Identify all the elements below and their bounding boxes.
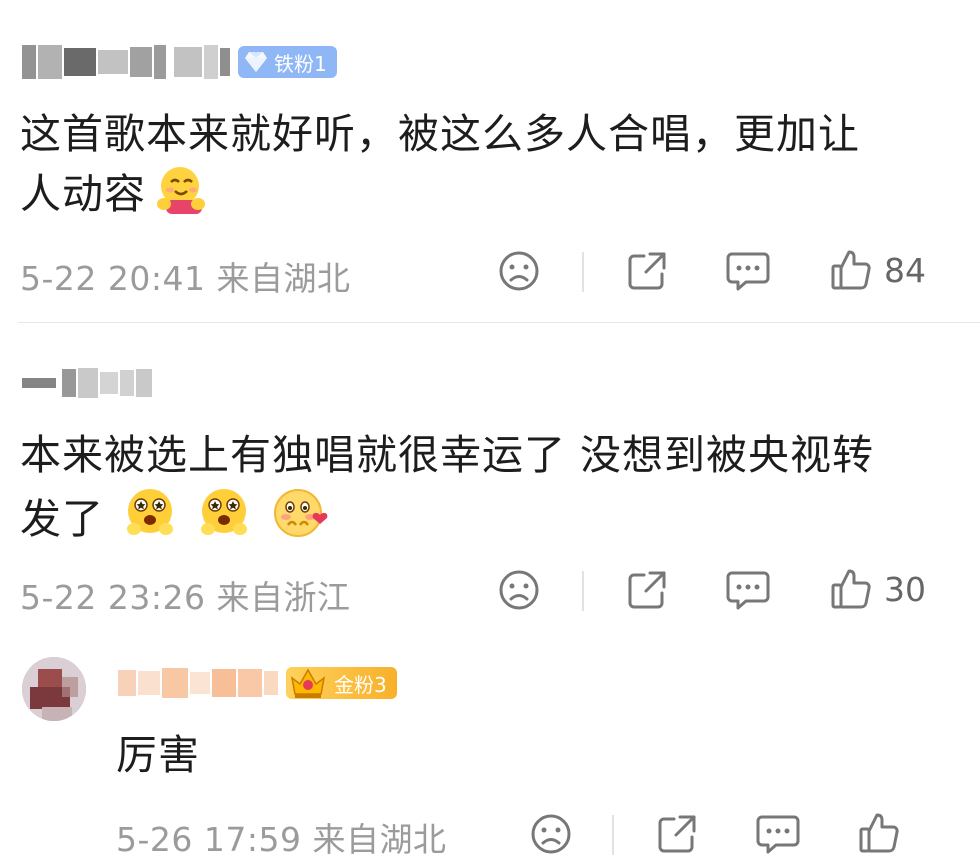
- sad-face-icon: [531, 814, 571, 854]
- share-icon: [658, 815, 696, 853]
- comment-location: 来自浙江: [216, 578, 351, 617]
- hug-emoji: [150, 164, 206, 232]
- comment-location: 来自湖北: [312, 820, 447, 859]
- share-icon: [628, 252, 666, 290]
- comment-text-line: 这首歌本来就好听，被这么多人合唱，更加让: [20, 110, 860, 158]
- comment-time: 23:26: [107, 578, 206, 617]
- comment-time: 17:59: [203, 820, 302, 859]
- comment-meta: 5-22 20:41 来自湖北: [20, 252, 351, 300]
- avatar[interactable]: [22, 657, 86, 721]
- shy-love-emoji: [270, 485, 330, 557]
- comment-text: 这首歌本来就好听，被这么多人合唱，更加让 人动容: [20, 104, 860, 232]
- reply-button[interactable]: [726, 250, 770, 292]
- comment-text: 本来被选上有独唱就很幸运了 没想到被央视转 发了: [20, 425, 874, 557]
- comment-text-line-2: 人动容: [20, 164, 860, 232]
- dislike-button[interactable]: [498, 569, 540, 611]
- username-blurred[interactable]: [118, 663, 280, 703]
- comment-icon: [726, 252, 770, 291]
- share-button[interactable]: [626, 569, 668, 611]
- action-divider: [582, 571, 584, 611]
- username-row[interactable]: 金粉3: [118, 661, 397, 705]
- like-count: 30: [884, 569, 926, 609]
- crown-icon: [288, 666, 328, 700]
- fan-badge[interactable]: 金粉3: [286, 667, 397, 699]
- diamond-icon: [244, 51, 268, 73]
- like-button[interactable]: 30: [830, 567, 926, 611]
- like-button[interactable]: 84: [830, 248, 926, 292]
- excited-emoji: [196, 485, 252, 557]
- action-divider: [612, 815, 614, 855]
- username-row[interactable]: 铁粉1: [22, 40, 337, 84]
- dislike-button[interactable]: [530, 813, 572, 855]
- comment-text-line: 厉害: [116, 731, 200, 779]
- comment-icon: [726, 571, 770, 610]
- sad-face-icon: [499, 251, 539, 291]
- username-row[interactable]: [22, 361, 154, 405]
- thumbs-up-icon: [859, 813, 899, 853]
- thumbs-up-icon: [831, 569, 871, 609]
- like-button[interactable]: [858, 811, 900, 855]
- comment-text: 厉害: [116, 725, 200, 785]
- share-button[interactable]: [656, 813, 698, 855]
- badge-label: 铁粉1: [274, 51, 327, 76]
- comment-time: 20:41: [107, 259, 206, 298]
- badge-label: 金粉3: [334, 672, 387, 697]
- sad-face-icon: [499, 570, 539, 610]
- thumbs-up-icon: [831, 250, 871, 290]
- comment-location: 来自湖北: [216, 259, 351, 298]
- username-blurred[interactable]: [22, 363, 154, 403]
- comment-text-line-2: 发了: [20, 485, 874, 557]
- comment-meta: 5-26 17:59 来自湖北: [116, 813, 447, 861]
- username-blurred[interactable]: [22, 42, 232, 82]
- share-icon: [628, 571, 666, 609]
- fan-badge[interactable]: 铁粉1: [238, 46, 337, 78]
- dislike-button[interactable]: [498, 250, 540, 292]
- reply-button[interactable]: [756, 813, 800, 855]
- like-count: 84: [884, 250, 926, 290]
- comment-date: 5-22: [20, 259, 97, 298]
- comment-icon: [756, 815, 800, 854]
- reply-button[interactable]: [726, 569, 770, 611]
- excited-emoji: [122, 485, 178, 557]
- share-button[interactable]: [626, 250, 668, 292]
- comment-text-line: 本来被选上有独唱就很幸运了 没想到被央视转: [20, 431, 875, 479]
- comment-date: 5-22: [20, 578, 97, 617]
- comment-item: 铁粉1 这首歌本来就好听，被这么多人合唱，更加让 人动容 5-22 20:41 …: [0, 0, 980, 322]
- comment-meta: 5-22 23:26 来自浙江: [20, 571, 351, 619]
- comment-item: 本来被选上有独唱就很幸运了 没想到被央视转 发了 5-22 23:26 来自浙江…: [0, 323, 980, 643]
- action-divider: [582, 252, 584, 292]
- comment-date: 5-26: [116, 820, 193, 859]
- reply-item: 金粉3 厉害 5-26 17:59 来自湖北: [0, 643, 980, 859]
